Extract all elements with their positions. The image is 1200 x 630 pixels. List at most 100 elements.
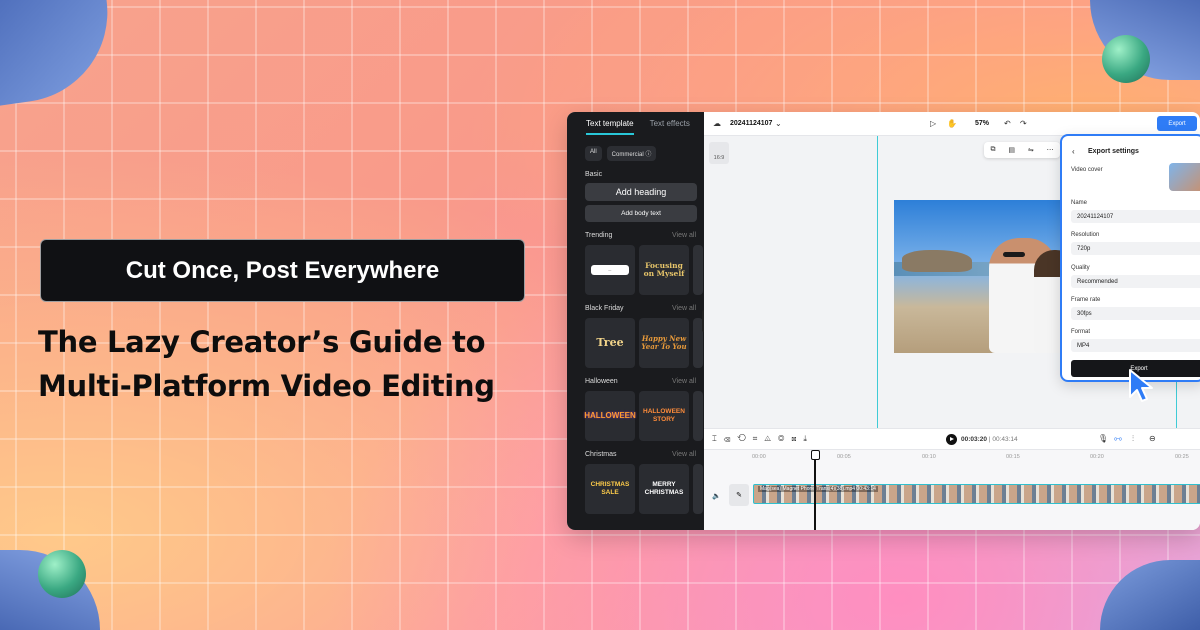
- section-title: Halloween: [585, 378, 618, 385]
- play-button[interactable]: [946, 434, 957, 445]
- format-select[interactable]: MP4: [1071, 339, 1200, 352]
- view-all-link[interactable]: View all: [672, 305, 696, 312]
- editor-topbar: ☁ 20241124107 ⌄ ▷ ✋ 57% ↶ ↷ Export: [704, 112, 1200, 136]
- zoom-level[interactable]: 57%: [975, 120, 989, 127]
- section-christmas: Christmas View all CHRISTMAS SALE MERRY C…: [567, 451, 704, 514]
- layout-icon[interactable]: ▤: [1008, 146, 1015, 154]
- frame-rate-select[interactable]: 30fps: [1071, 307, 1200, 320]
- chip-all[interactable]: All: [585, 146, 602, 161]
- tab-text-effects[interactable]: Text effects: [650, 119, 690, 135]
- template-thumb[interactable]: MERRY CHRISTMAS: [639, 464, 689, 514]
- video-cover-thumbnail[interactable]: [1169, 163, 1200, 191]
- name-label: Name: [1071, 200, 1088, 206]
- time-separator: |: [988, 436, 991, 443]
- section-title: Black Friday: [585, 305, 624, 312]
- ruler-tick: 00:10: [922, 454, 936, 460]
- speech-bubble-icon: ···: [591, 265, 629, 275]
- flip-icon[interactable]: ⇋: [1028, 146, 1034, 154]
- ruler-tick: 00:05: [837, 454, 851, 460]
- export-button-label: Export: [1168, 120, 1186, 127]
- template-thumb[interactable]: [693, 391, 703, 441]
- section-trending: Trending View all ··· Focusing on Myself: [567, 232, 704, 295]
- aspect-ratio-button[interactable]: 16:9: [709, 142, 729, 164]
- redo-icon[interactable]: ↷: [1020, 119, 1027, 128]
- section-basic: Basic Add heading Add body text: [567, 171, 704, 222]
- cloud-icon: ☁: [713, 119, 721, 128]
- section-halloween: Halloween View all HALLOWEEN HALLOWEEN ST…: [567, 378, 704, 441]
- current-time: 00:03:20: [961, 436, 988, 443]
- ruler-tick: 00:00: [752, 454, 766, 460]
- template-thumb[interactable]: [693, 245, 703, 295]
- template-thumb[interactable]: ···: [585, 245, 635, 295]
- tagline-badge: Cut Once, Post Everywhere: [40, 239, 525, 302]
- playhead[interactable]: [811, 450, 819, 530]
- video-cover-label: Video cover: [1071, 167, 1103, 173]
- resolution-select[interactable]: 720p: [1071, 242, 1200, 255]
- resolution-label: Resolution: [1071, 232, 1100, 238]
- ruler-tick: 00:20: [1090, 454, 1104, 460]
- filter-chips: All Commercial ⓘ: [567, 135, 704, 161]
- timeline-toolbar: ⌶⌫⟲⌗◬◎⊠⤓ 00:03:20 | 00:43:14 🎙 ⧟ ⫶ ⊖: [704, 428, 1200, 450]
- tab-text-template[interactable]: Text template: [586, 119, 634, 135]
- template-thumb[interactable]: Tree: [585, 318, 635, 368]
- section-black-friday: Black Friday View all Tree Happy New Year…: [567, 305, 704, 368]
- headline: The Lazy Creator’s Guide to Multi-Platfo…: [38, 320, 558, 408]
- quality-select[interactable]: Recommended: [1071, 275, 1200, 288]
- edit-tools-icons[interactable]: ⌶⌫⟲⌗◬◎⊠⤓: [712, 434, 814, 444]
- ruler-tick: 00:25: [1175, 454, 1189, 460]
- headline-line-1: The Lazy Creator’s Guide to: [38, 325, 486, 359]
- export-settings-title: Export settings: [1088, 148, 1139, 155]
- format-label: Format: [1071, 329, 1091, 335]
- section-title: Trending: [585, 232, 613, 239]
- headline-line-2: Multi-Platform Video Editing: [38, 369, 495, 403]
- mouse-cursor-icon: [1129, 369, 1153, 402]
- crop-icon[interactable]: ⧉: [990, 146, 995, 154]
- view-all-link[interactable]: View all: [672, 451, 696, 458]
- zoom-out-icon[interactable]: ⊖: [1149, 434, 1156, 443]
- video-clip[interactable]: Mag(sea) Magnet Phone Trans(4)(38).mp4 0…: [753, 484, 1200, 504]
- floating-toolbar: ⧉ ▤ ⇋ ⋯: [984, 142, 1060, 158]
- total-time: 00:43:14: [992, 436, 1018, 443]
- editor-screenshot: Text template Text effects All Commercia…: [567, 112, 1200, 530]
- template-thumb[interactable]: [693, 464, 703, 514]
- template-thumb[interactable]: HALLOWEEN STORY: [639, 391, 689, 441]
- decorative-sphere-top-right: [1102, 35, 1150, 83]
- speaker-icon[interactable]: 🔈: [712, 492, 721, 500]
- ruler-tick: 00:15: [1006, 454, 1020, 460]
- text-template-panel: Text template Text effects All Commercia…: [567, 112, 704, 530]
- section-title: Basic: [585, 171, 603, 178]
- back-arrow-icon[interactable]: ‹: [1072, 147, 1075, 156]
- view-all-link[interactable]: View all: [672, 378, 696, 385]
- add-heading-button[interactable]: Add heading: [585, 183, 697, 201]
- more-icon[interactable]: ⋯: [1047, 146, 1054, 154]
- playback-time: 00:03:20 | 00:43:14: [961, 436, 1018, 443]
- template-thumb[interactable]: Happy New Year To You: [639, 318, 689, 368]
- frame-rate-label: Frame rate: [1071, 297, 1101, 303]
- section-title: Christmas: [585, 451, 617, 458]
- quality-label: Quality: [1071, 265, 1090, 271]
- link-icon[interactable]: ⧟: [1114, 434, 1122, 444]
- guide-line: [877, 136, 878, 428]
- chevron-down-icon[interactable]: ⌄: [775, 119, 782, 128]
- waveform-icon[interactable]: ⫶: [1132, 434, 1134, 444]
- template-thumb[interactable]: HALLOWEEN: [584, 391, 636, 441]
- hand-tool-icon[interactable]: ✋: [947, 119, 957, 128]
- microphone-icon[interactable]: 🎙: [1098, 434, 1108, 443]
- decorative-sphere-bottom-left: [38, 550, 86, 598]
- pointer-tool-icon[interactable]: ▷: [930, 119, 936, 128]
- timeline: 00:00 00:05 00:10 00:15 00:20 00:25 🔈 ✎ …: [704, 450, 1200, 530]
- add-body-text-button[interactable]: Add body text: [585, 205, 697, 222]
- template-thumb[interactable]: CHRISTMAS SALE: [585, 464, 635, 514]
- pencil-icon[interactable]: ✎: [729, 484, 749, 506]
- export-button[interactable]: Export: [1157, 116, 1197, 131]
- template-thumb[interactable]: Focusing on Myself: [639, 245, 689, 295]
- chip-commercial[interactable]: Commercial ⓘ: [606, 146, 657, 161]
- video-preview[interactable]: [894, 200, 1074, 353]
- export-settings-panel: ‹ Export settings Video cover Name 20241…: [1060, 134, 1200, 382]
- undo-icon[interactable]: ↶: [1004, 119, 1011, 128]
- project-name[interactable]: 20241124107: [730, 120, 772, 127]
- panel-tabs: Text template Text effects: [567, 112, 704, 135]
- view-all-link[interactable]: View all: [672, 232, 696, 239]
- name-field[interactable]: 20241124107: [1071, 210, 1200, 223]
- clip-label: Mag(sea) Magnet Phone Trans(4)(38).mp4 0…: [758, 486, 878, 492]
